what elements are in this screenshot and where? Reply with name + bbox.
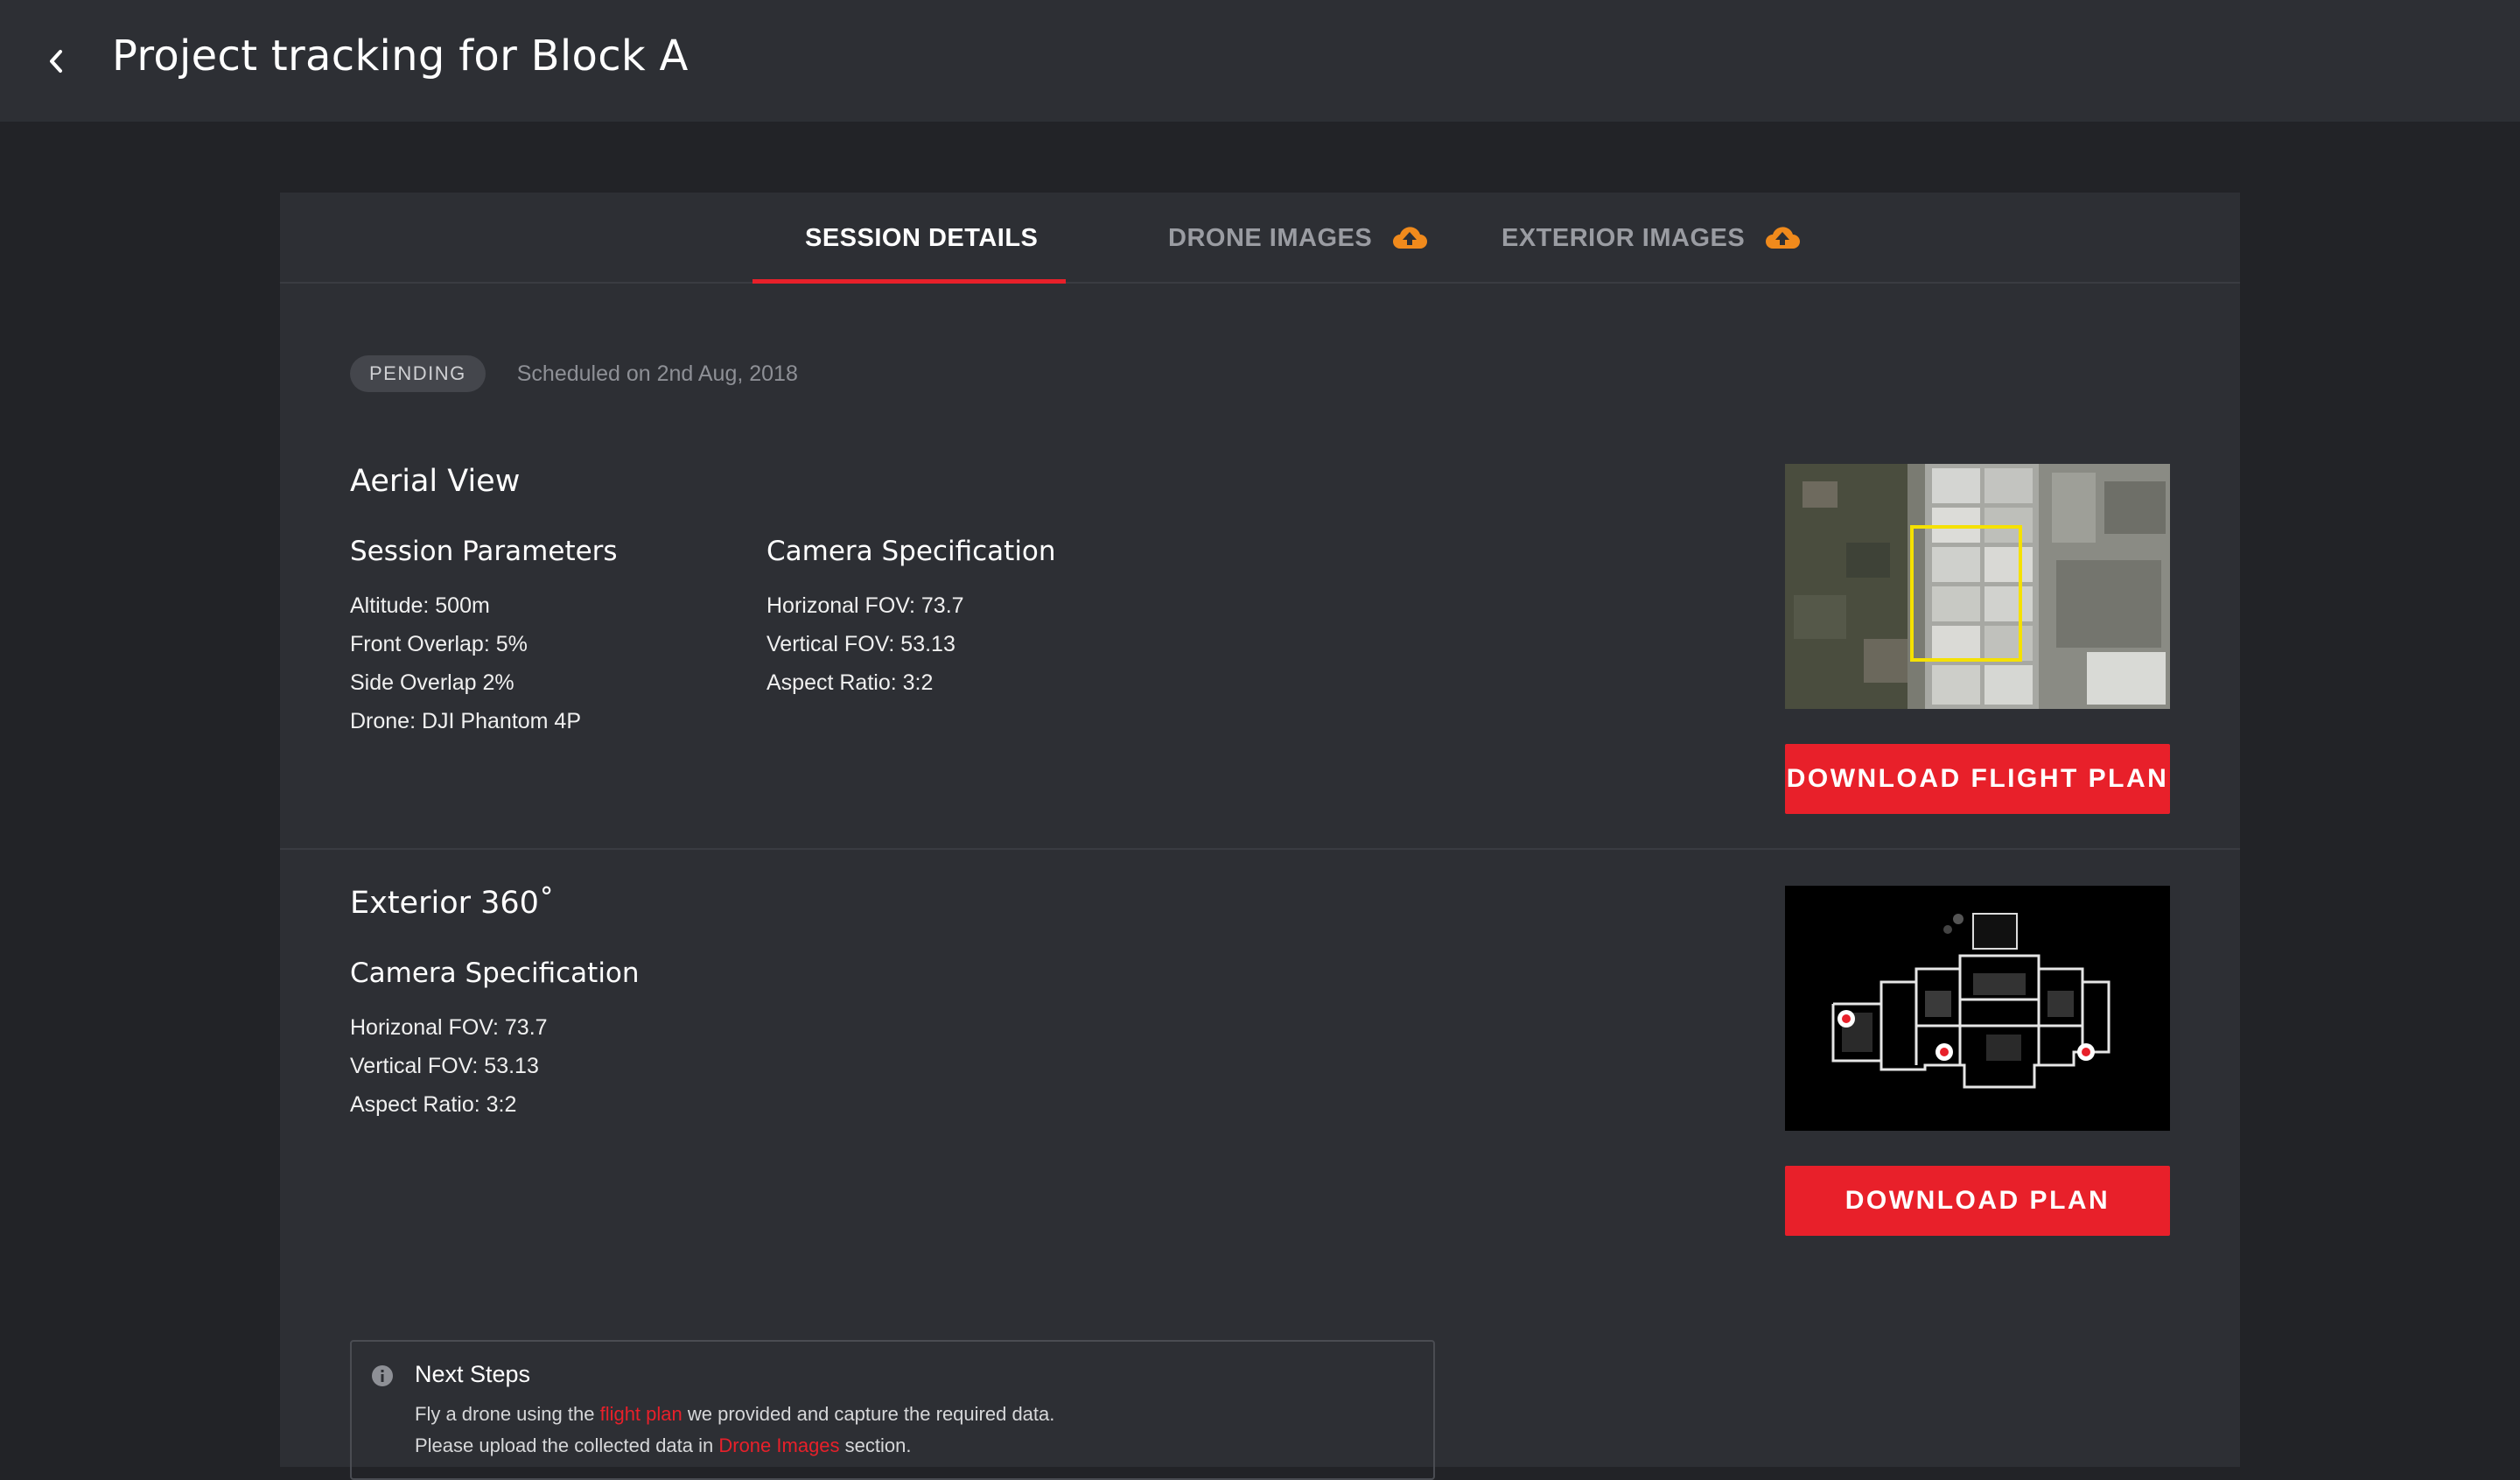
param-side-overlap: Side Overlap 2% (350, 670, 514, 695)
next-steps-title: Next Steps (415, 1361, 531, 1387)
param-front-overlap: Front Overlap: 5% (350, 632, 528, 656)
scheduled-date: Scheduled on 2nd Aug, 2018 (516, 361, 798, 386)
param-altitude: Altitude: 500m (350, 593, 490, 618)
camera-spec-title: Camera Specification (766, 536, 1056, 567)
spec-vertical-fov: Vertical FOV: 53.13 (766, 632, 956, 656)
tab-label: DRONE IMAGES (1168, 223, 1373, 252)
next-steps-line-1: Fly a drone using the flight plan we pro… (415, 1403, 1054, 1426)
param-drone: Drone: DJI Phantom 4P (350, 709, 582, 733)
drone-images-link[interactable]: Drone Images (718, 1434, 839, 1456)
cloud-upload-icon (1393, 227, 1428, 249)
cloud-upload-icon (1766, 227, 1801, 249)
next-steps-text: Fly a drone using the (415, 1403, 600, 1425)
exterior-spec-horizontal-fov: Horizonal FOV: 73.7 (350, 1015, 548, 1040)
download-flight-plan-button[interactable]: DOWNLOAD FLIGHT PLAN (1785, 744, 2170, 814)
back-button[interactable] (38, 42, 74, 81)
tab-drone-images[interactable]: DRONE IMAGES (1168, 193, 1428, 284)
tab-label: SESSION DETAILS (805, 223, 1039, 252)
next-steps-text: section. (839, 1434, 912, 1456)
top-bar: Project tracking for Block A (0, 0, 2520, 122)
exterior-spec-vertical-fov: Vertical FOV: 53.13 (350, 1054, 539, 1078)
active-tab-indicator (752, 279, 1066, 284)
session-parameters-title: Session Parameters (350, 536, 618, 567)
tab-bar: SESSION DETAILS DRONE IMAGES EXTERIOR IM… (280, 193, 2240, 284)
aerial-map-image (1785, 464, 2170, 709)
next-steps-panel: Next Steps Fly a drone using the flight … (350, 1340, 1435, 1480)
floor-plan-image (1785, 886, 2170, 1131)
tab-exterior-images[interactable]: EXTERIOR IMAGES (1502, 193, 1801, 284)
exterior-spec-aspect-ratio: Aspect Ratio: 3:2 (350, 1092, 517, 1117)
chevron-left-icon (50, 50, 62, 73)
status-badge: PENDING (350, 355, 486, 392)
exterior-360-title: Exterior 360˚ (350, 886, 555, 921)
flight-plan-link[interactable]: flight plan (600, 1403, 682, 1425)
exterior-camera-spec-title: Camera Specification (350, 957, 640, 989)
info-icon (372, 1365, 393, 1386)
spec-horizontal-fov: Horizonal FOV: 73.7 (766, 593, 964, 618)
next-steps-text: we provided and capture the required dat… (682, 1403, 1055, 1425)
section-divider (280, 848, 2240, 850)
next-steps-text: Please upload the collected data in (415, 1434, 719, 1456)
download-plan-button[interactable]: DOWNLOAD PLAN (1785, 1166, 2170, 1236)
spec-aspect-ratio: Aspect Ratio: 3:2 (766, 670, 934, 695)
aerial-view-title: Aerial View (350, 464, 521, 499)
next-steps-line-2: Please upload the collected data in Dron… (415, 1434, 911, 1457)
tab-session-details[interactable]: SESSION DETAILS (805, 193, 1038, 284)
page-title: Project tracking for Block A (112, 32, 689, 81)
status-row: PENDING Scheduled on 2nd Aug, 2018 (350, 355, 798, 392)
tab-label: EXTERIOR IMAGES (1502, 223, 1746, 252)
session-card: SESSION DETAILS DRONE IMAGES EXTERIOR IM… (280, 193, 2240, 1480)
